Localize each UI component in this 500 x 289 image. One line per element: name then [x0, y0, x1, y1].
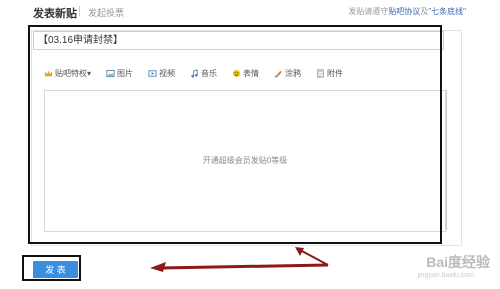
- watermark-url: jingyan.baidu.com: [417, 272, 474, 279]
- submit-button[interactable]: 发 表: [33, 261, 78, 278]
- seven-baselines-link[interactable]: "七条底线": [428, 7, 466, 16]
- tab-post[interactable]: 发表新贴: [33, 5, 77, 21]
- arrow-line-to-submit: [159, 263, 329, 270]
- editor-scrollbar[interactable]: [446, 90, 447, 230]
- notice-prefix: 发贴请遵守: [348, 7, 389, 16]
- baidu-jingyan-watermark: Bai度经验: [426, 254, 490, 270]
- arrow-head-up: [295, 247, 304, 256]
- tab-vote[interactable]: 发起投票: [88, 6, 124, 19]
- post-rules-notice: 发贴请遵守贴吧协议及"七条底线": [348, 6, 466, 17]
- tieba-agreement-link[interactable]: 贴吧协议: [388, 7, 420, 16]
- annotation-frame-editor: [28, 25, 442, 244]
- arrow-line-up: [299, 249, 329, 266]
- arrow-head-left: [150, 262, 166, 272]
- tab-divider: [79, 6, 80, 16]
